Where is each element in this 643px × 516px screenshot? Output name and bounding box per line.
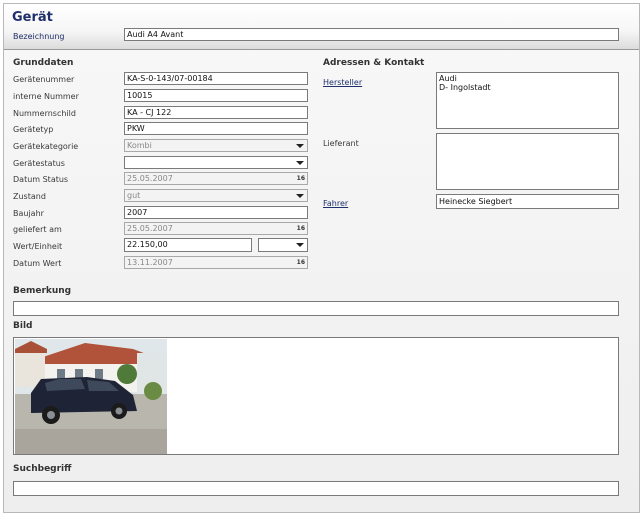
zustand-select[interactable]: gut (124, 189, 308, 202)
car-photo-icon (15, 339, 167, 454)
geraetekategorie-value: Kombi (127, 141, 152, 150)
nummernschild-input[interactable]: KA - CJ 122 (124, 106, 308, 119)
zustand-label: Zustand (13, 192, 46, 201)
adressen-heading: Adressen & Kontakt (323, 58, 425, 68)
form-header: Gerät Bezeichnung Audi A4 Avant (4, 4, 639, 50)
datum-wert-label: Datum Wert (13, 259, 62, 268)
interne-nummer-label: interne Nummer (13, 92, 79, 101)
datum-wert-input[interactable]: 13.11.2007 16 (124, 256, 308, 269)
hersteller-textarea[interactable]: Audi D- Ingolstadt (436, 72, 619, 129)
chevron-down-icon[interactable] (296, 161, 304, 165)
bezeichnung-input[interactable]: Audi A4 Avant (124, 28, 619, 41)
chevron-down-icon[interactable] (296, 144, 304, 148)
nummernschild-label: Nummernschild (13, 109, 76, 118)
geraetekategorie-label: Gerätekategorie (13, 142, 79, 151)
geraetestatus-select[interactable] (124, 156, 308, 169)
lieferant-label: Lieferant (323, 139, 359, 148)
geliefert-am-input[interactable]: 25.05.2007 16 (124, 222, 308, 235)
wert-einheit-label: Wert/Einheit (13, 242, 63, 251)
einheit-select[interactable] (258, 238, 308, 252)
calendar-icon[interactable]: 16 (297, 173, 305, 184)
bild-box[interactable] (13, 337, 619, 455)
geraetetyp-input[interactable]: PKW (124, 122, 308, 135)
datum-wert-value: 13.11.2007 (127, 258, 173, 267)
bemerkung-heading: Bemerkung (13, 286, 72, 296)
interne-nummer-input[interactable]: 10015 (124, 89, 308, 102)
fahrer-link[interactable]: Fahrer (323, 199, 348, 208)
bild-heading: Bild (13, 321, 33, 331)
fahrer-input[interactable]: Heinecke Siegbert (436, 194, 619, 209)
geraetestatus-label: Gerätestatus (13, 159, 65, 168)
geraet-form-window: Gerät Bezeichnung Audi A4 Avant Grunddat… (3, 3, 640, 513)
baujahr-input[interactable]: 2007 (124, 206, 308, 219)
page-title: Gerät (12, 10, 53, 25)
calendar-icon[interactable]: 16 (297, 257, 305, 268)
grunddaten-heading: Grunddaten (13, 58, 74, 68)
geraetenummer-label: Gerätenummer (13, 75, 75, 84)
datum-status-value: 25.05.2007 (127, 174, 173, 183)
bezeichnung-label: Bezeichnung (13, 32, 65, 41)
geraetekategorie-select[interactable]: Kombi (124, 139, 308, 152)
geliefert-am-value: 25.05.2007 (127, 224, 173, 233)
geraetetyp-label: Gerätetyp (13, 125, 54, 134)
chevron-down-icon[interactable] (296, 194, 304, 198)
geraetenummer-input[interactable]: KA-S-0-143/07-00184 (124, 72, 308, 85)
datum-status-input[interactable]: 25.05.2007 16 (124, 172, 308, 185)
calendar-icon[interactable]: 16 (297, 223, 305, 234)
bemerkung-input[interactable] (13, 301, 619, 316)
wert-input[interactable]: 22.150,00 (124, 238, 252, 252)
baujahr-label: Baujahr (13, 209, 44, 218)
suchbegriff-input[interactable] (13, 481, 619, 496)
zustand-value: gut (127, 191, 141, 200)
lieferant-textarea[interactable] (436, 133, 619, 190)
chevron-down-icon[interactable] (296, 243, 304, 247)
hersteller-link[interactable]: Hersteller (323, 78, 362, 87)
car-photo (15, 339, 167, 454)
geliefert-am-label: geliefert am (13, 225, 62, 234)
suchbegriff-heading: Suchbegriff (13, 464, 72, 474)
datum-status-label: Datum Status (13, 175, 69, 184)
